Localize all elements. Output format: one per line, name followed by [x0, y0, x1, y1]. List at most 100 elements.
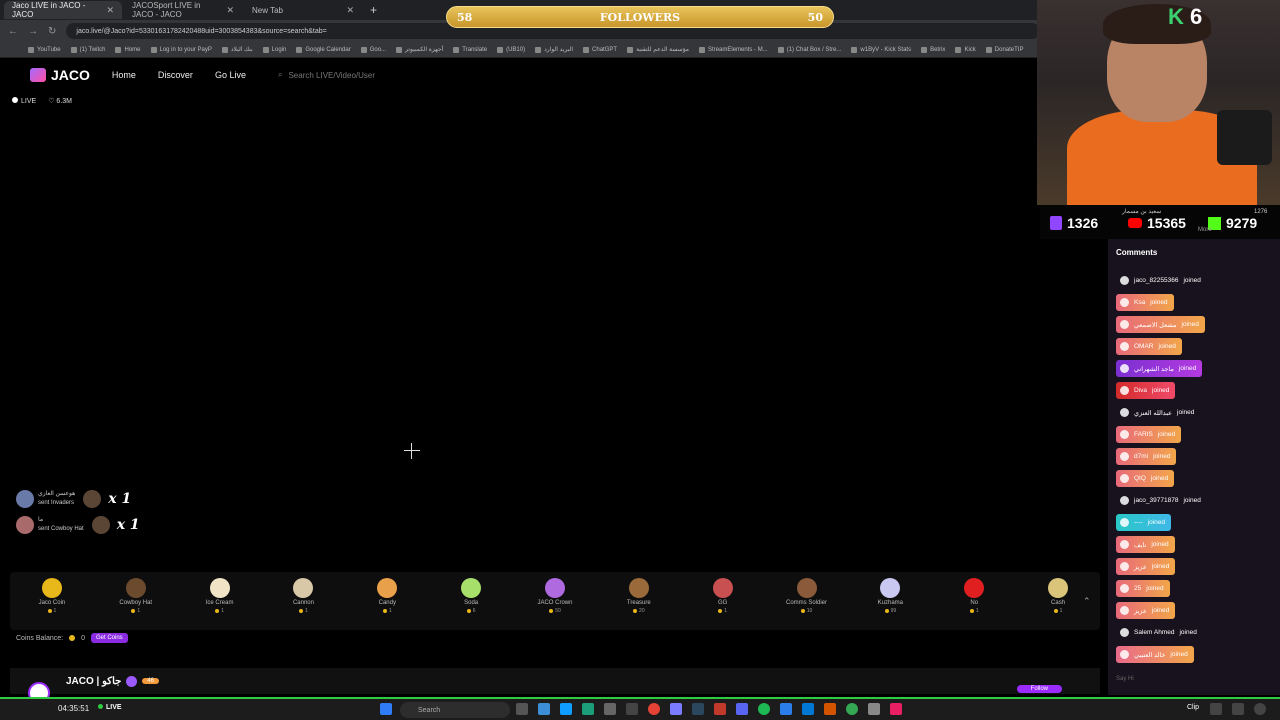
- bookmark-item[interactable]: Home: [115, 46, 141, 53]
- gift-item[interactable]: Treasure 20: [597, 578, 681, 614]
- bookmark-item[interactable]: Goo...: [360, 46, 386, 53]
- bookmark-item[interactable]: Login: [262, 46, 286, 53]
- windows-start-icon[interactable]: [380, 703, 392, 715]
- app-icon[interactable]: [582, 703, 594, 715]
- gift-item[interactable]: Candy 1: [345, 578, 429, 614]
- comment-user[interactable]: FARIS: [1134, 431, 1153, 438]
- comment-user[interactable]: ----: [1134, 519, 1143, 526]
- jaco-logo[interactable]: JACO: [30, 67, 90, 83]
- bookmark-item[interactable]: البريد الوارد: [535, 46, 573, 53]
- comment-user[interactable]: مشعل الاصمعي: [1134, 321, 1177, 329]
- comment-input[interactable]: Say Hi: [1116, 676, 1134, 682]
- comment-user[interactable]: jaco_82255366: [1134, 277, 1178, 284]
- bookmark-label: (1) Twitch: [79, 46, 106, 53]
- tab-jacosport-live[interactable]: JACOSport LIVE in JACO - JACO ✕: [124, 1, 242, 19]
- gift-icon: [461, 578, 482, 598]
- bookmark-item[interactable]: أجهزة الكمبيوتر: [396, 46, 443, 53]
- bookmark-item[interactable]: (UB10): [497, 46, 525, 53]
- get-coins-button[interactable]: Get Coins: [91, 633, 128, 643]
- comment-user[interactable]: Diva: [1134, 387, 1147, 394]
- app-icon[interactable]: [890, 703, 902, 715]
- follow-button[interactable]: Follow: [1016, 685, 1062, 693]
- comment-user[interactable]: عبدالله العنزي: [1134, 409, 1172, 417]
- gift-item[interactable]: No 1: [932, 578, 1016, 614]
- bookmark-icon: [453, 46, 460, 53]
- back-icon[interactable]: ←: [8, 26, 18, 37]
- app-icon[interactable]: [626, 703, 638, 715]
- comment-user[interactable]: d7mi: [1134, 453, 1148, 460]
- gift-item[interactable]: Cowboy Hat 1: [94, 578, 178, 614]
- bookmark-item[interactable]: w1ByV - Kick Stats: [851, 46, 911, 53]
- bookmark-item[interactable]: ChatGPT: [583, 46, 617, 53]
- gift-item[interactable]: Ice Cream 1: [178, 578, 262, 614]
- spotify-icon[interactable]: [758, 703, 770, 715]
- site-search[interactable]: ⌕ Search LIVE/Video/User: [278, 70, 375, 80]
- bookmark-item[interactable]: Translate: [453, 46, 487, 53]
- app-icon[interactable]: [714, 703, 726, 715]
- task-view-icon[interactable]: [516, 703, 528, 715]
- search-input[interactable]: Search LIVE/Video/User: [288, 71, 375, 80]
- tab-new[interactable]: New Tab ✕: [244, 1, 362, 19]
- comment-user[interactable]: jaco_39771878: [1134, 497, 1178, 504]
- gift-item[interactable]: Comms Soldier 10: [765, 578, 849, 614]
- app-icon[interactable]: [670, 703, 682, 715]
- app-icon[interactable]: [604, 703, 616, 715]
- new-tab-button[interactable]: +: [370, 3, 377, 17]
- gift-item[interactable]: GG 1: [681, 578, 765, 614]
- nav-go-live[interactable]: Go Live: [215, 70, 246, 80]
- bookmark-item[interactable]: Log in to your PayP: [150, 46, 212, 53]
- gift-item[interactable]: Jaco Coin 1: [10, 578, 94, 614]
- edge-icon[interactable]: [560, 703, 572, 715]
- bookmark-item[interactable]: DonateTIP: [985, 46, 1023, 53]
- comment-user[interactable]: Salem Ahmed: [1134, 629, 1174, 636]
- close-icon[interactable]: ✕: [346, 5, 354, 16]
- gift-item[interactable]: Cannon 1: [262, 578, 346, 614]
- bookmark-item[interactable]: StreamElements - M...: [699, 46, 768, 53]
- app-icon[interactable]: [802, 703, 814, 715]
- gear-icon[interactable]: [1254, 703, 1266, 715]
- comment-user[interactable]: Ksa: [1134, 299, 1145, 306]
- comment-user[interactable]: ماجد الشهراني: [1134, 365, 1174, 373]
- nav-home[interactable]: Home: [112, 70, 136, 80]
- chrome-icon[interactable]: [648, 703, 660, 715]
- nav-discover[interactable]: Discover: [158, 70, 193, 80]
- bookmark-item[interactable]: (1) Chat Box / Stre...: [777, 46, 841, 53]
- comment-user[interactable]: عزيز: [1134, 563, 1147, 571]
- app-icon[interactable]: [824, 703, 836, 715]
- clip-button[interactable]: Clip: [1187, 704, 1199, 711]
- close-icon[interactable]: ✕: [226, 5, 234, 16]
- forward-icon[interactable]: →: [28, 26, 38, 37]
- close-icon[interactable]: ✕: [106, 5, 114, 16]
- bookmark-item[interactable]: (1) Twitch: [70, 46, 106, 53]
- bookmark-item[interactable]: بنك البلاد: [221, 46, 253, 53]
- comment-user[interactable]: خالد العتيبي: [1134, 651, 1165, 659]
- reload-icon[interactable]: ↻: [48, 26, 56, 37]
- app-icon[interactable]: [780, 703, 792, 715]
- bookmark-item[interactable]: Betrix: [921, 46, 945, 53]
- gift-item[interactable]: Soda 6: [429, 578, 513, 614]
- explorer-icon[interactable]: [538, 703, 550, 715]
- bookmark-item[interactable]: YouTube: [28, 46, 61, 53]
- gift-item[interactable]: JACO Crown 50: [513, 578, 597, 614]
- tab-jaco-live[interactable]: Jaco LIVE in JACO - JACO ✕: [4, 1, 122, 19]
- app-icon[interactable]: [868, 703, 880, 715]
- gift-multiplier: x 1: [108, 491, 132, 507]
- bookmark-item[interactable]: Kick: [955, 46, 976, 53]
- window-icon[interactable]: [1210, 703, 1222, 715]
- steam-icon[interactable]: [692, 703, 704, 715]
- app-icon[interactable]: [846, 703, 858, 715]
- comment-user[interactable]: 25: [1134, 585, 1141, 592]
- comment-user[interactable]: QIQ: [1134, 475, 1146, 482]
- fullscreen-icon[interactable]: [1232, 703, 1244, 715]
- chevron-up-icon[interactable]: ⌃: [1083, 596, 1091, 607]
- comment-user[interactable]: OMAR: [1134, 343, 1154, 350]
- bookmark-item[interactable]: Google Calendar: [296, 46, 351, 53]
- discord-icon[interactable]: [736, 703, 748, 715]
- comment-user[interactable]: نايف: [1134, 541, 1146, 549]
- comment-user[interactable]: عزيز: [1134, 607, 1147, 615]
- streamer-name[interactable]: JACO | جاكو: [66, 676, 121, 687]
- gift-item[interactable]: Kuzhama 99: [848, 578, 932, 614]
- more-button[interactable]: More: [1198, 227, 1212, 233]
- bookmark-item[interactable]: مؤسسة الدعم للتقنية: [627, 46, 689, 53]
- taskbar-search[interactable]: Search: [400, 702, 510, 718]
